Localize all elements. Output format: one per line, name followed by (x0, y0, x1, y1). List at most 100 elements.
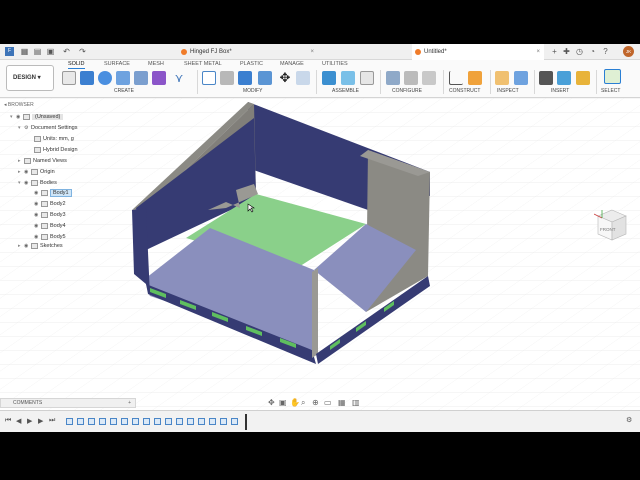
tab-utilities[interactable]: UTILITIES (322, 61, 348, 67)
insert-image-icon[interactable] (557, 71, 571, 85)
press-pull-icon[interactable] (202, 71, 216, 85)
redo-icon[interactable]: ↷ (78, 47, 87, 56)
select-icon[interactable] (604, 69, 621, 84)
comments-panel[interactable]: COMMENTS + (0, 398, 136, 408)
visibility-icon[interactable]: ◉ (34, 188, 41, 198)
tab-sheet-metal[interactable]: SHEET METAL (184, 61, 222, 67)
browser-item-sketches[interactable]: ▸ ◉ Sketches (18, 241, 63, 251)
timeline-feature[interactable] (220, 418, 227, 425)
notification-icon[interactable]: ◷ (575, 47, 584, 56)
timeline-feature[interactable] (165, 418, 172, 425)
configure-icon[interactable] (386, 71, 400, 85)
insert-menu[interactable]: INSERT (551, 88, 569, 94)
create-menu[interactable]: CREATE (114, 88, 134, 94)
timeline-marker[interactable] (245, 414, 247, 430)
file-icon[interactable]: ▤ (33, 47, 42, 56)
modify-menu[interactable]: MODIFY (243, 88, 262, 94)
grid-menu-icon[interactable]: ▦ (20, 47, 29, 56)
insert-derive-icon[interactable] (539, 71, 553, 85)
timeline-feature[interactable] (143, 418, 150, 425)
measure-icon[interactable] (495, 71, 509, 85)
user-avatar[interactable]: JK (623, 46, 634, 57)
browser-item-design-type[interactable]: Hybrid Design (34, 145, 78, 155)
close-tab-icon[interactable]: × (310, 44, 314, 60)
timeline-feature[interactable] (198, 418, 205, 425)
combine-icon[interactable] (258, 71, 272, 85)
timeline-feature[interactable] (187, 418, 194, 425)
new-component-icon[interactable] (322, 71, 336, 85)
parameters-icon[interactable] (422, 71, 436, 85)
inspect-menu[interactable]: INSPECT (497, 88, 519, 94)
timeline-feature[interactable] (176, 418, 183, 425)
construct-menu[interactable]: CONSTRUCT (449, 88, 480, 94)
document-tab-hinged-fj-box[interactable]: Hinged FJ Box* × (178, 44, 318, 60)
browser-item-document-settings[interactable]: ▾ ⚙ Document Settings (18, 123, 77, 133)
visibility-icon[interactable]: ◉ (24, 178, 31, 188)
add-comment-icon[interactable]: + (128, 399, 131, 408)
tab-manage[interactable]: MANAGE (280, 61, 304, 67)
undo-icon[interactable]: ↶ (62, 47, 71, 56)
timeline-feature[interactable] (99, 418, 106, 425)
document-tab-untitled[interactable]: Untitled* × (412, 44, 544, 60)
configure-menu[interactable]: CONFIGURE (392, 88, 422, 94)
visibility-icon[interactable]: ◉ (34, 210, 41, 220)
extensions-icon[interactable]: ✚ (562, 47, 571, 56)
sweep-icon[interactable] (116, 71, 130, 85)
play-icon[interactable]: ▶ (27, 417, 32, 425)
help-icon[interactable]: ? (601, 47, 610, 56)
as-built-joint-icon[interactable] (360, 71, 374, 85)
extrude-icon[interactable] (80, 71, 94, 85)
visibility-icon[interactable]: ◉ (34, 221, 41, 231)
browser-item-bodies[interactable]: ▾ ◉ Bodies (18, 178, 57, 188)
browser-header[interactable]: ◂ BROWSER (4, 102, 34, 108)
tab-plastic[interactable]: PLASTIC (240, 61, 263, 67)
save-icon[interactable]: ▣ (46, 47, 55, 56)
move-icon[interactable]: ✥ (278, 71, 292, 85)
timeline-feature[interactable] (231, 418, 238, 425)
browser-item-body2[interactable]: ◉ Body2 (34, 199, 66, 209)
timeline-feature[interactable] (88, 418, 95, 425)
plane-at-angle-icon[interactable] (468, 71, 482, 85)
interference-icon[interactable] (514, 71, 528, 85)
box-icon[interactable] (152, 71, 166, 85)
view-cube[interactable]: FRONT (593, 208, 630, 248)
fillet-icon[interactable] (220, 71, 234, 85)
tab-solid[interactable]: SOLID (68, 61, 85, 69)
revolve-icon[interactable] (98, 71, 112, 85)
insert-mesh-icon[interactable] (576, 71, 590, 85)
timeline-feature[interactable] (121, 418, 128, 425)
visibility-icon[interactable]: ◉ (24, 167, 31, 177)
new-component-icon[interactable] (62, 71, 76, 85)
visibility-icon[interactable]: ◉ (34, 199, 41, 209)
close-tab-icon[interactable]: × (536, 44, 540, 60)
select-menu[interactable]: SELECT (601, 88, 620, 94)
timeline-feature[interactable] (77, 418, 84, 425)
tab-mesh[interactable]: MESH (148, 61, 164, 67)
new-tab-icon[interactable]: + (550, 47, 559, 56)
joint-icon[interactable] (341, 71, 355, 85)
tab-surface[interactable]: SURFACE (104, 61, 130, 67)
table-icon[interactable] (404, 71, 418, 85)
browser-item-body3[interactable]: ◉ Body3 (34, 210, 66, 220)
loft-icon[interactable] (134, 71, 148, 85)
visibility-icon[interactable]: ◉ (24, 241, 31, 251)
app-logo-icon[interactable]: F (5, 47, 14, 56)
timeline-settings-gear-icon[interactable]: ⚙ (626, 416, 632, 424)
offset-plane-icon[interactable] (449, 71, 463, 85)
timeline-feature[interactable] (209, 418, 216, 425)
go-to-end-icon[interactable]: ⏭ (49, 417, 55, 425)
timeline-feature[interactable] (110, 418, 117, 425)
sync-icon[interactable]: ◔ (588, 47, 597, 56)
browser-item-body4[interactable]: ◉ Body4 (34, 221, 66, 231)
go-to-start-icon[interactable]: ⏮ (5, 417, 11, 425)
browser-item-body1[interactable]: ◉ Body1 (34, 188, 72, 198)
browser-item-named-views[interactable]: ▸ Named Views (18, 156, 67, 166)
timeline-feature[interactable] (132, 418, 139, 425)
step-back-icon[interactable]: ◀ (16, 417, 21, 425)
browser-item-root[interactable]: ▾ ◉ (Unsaved) (10, 112, 64, 122)
browser-item-origin[interactable]: ▸ ◉ Origin (18, 167, 55, 177)
assemble-menu[interactable]: ASSEMBLE (332, 88, 359, 94)
align-icon[interactable] (296, 71, 310, 85)
pattern-icon[interactable]: ⋎ (172, 71, 186, 85)
timeline-feature[interactable] (66, 418, 73, 425)
